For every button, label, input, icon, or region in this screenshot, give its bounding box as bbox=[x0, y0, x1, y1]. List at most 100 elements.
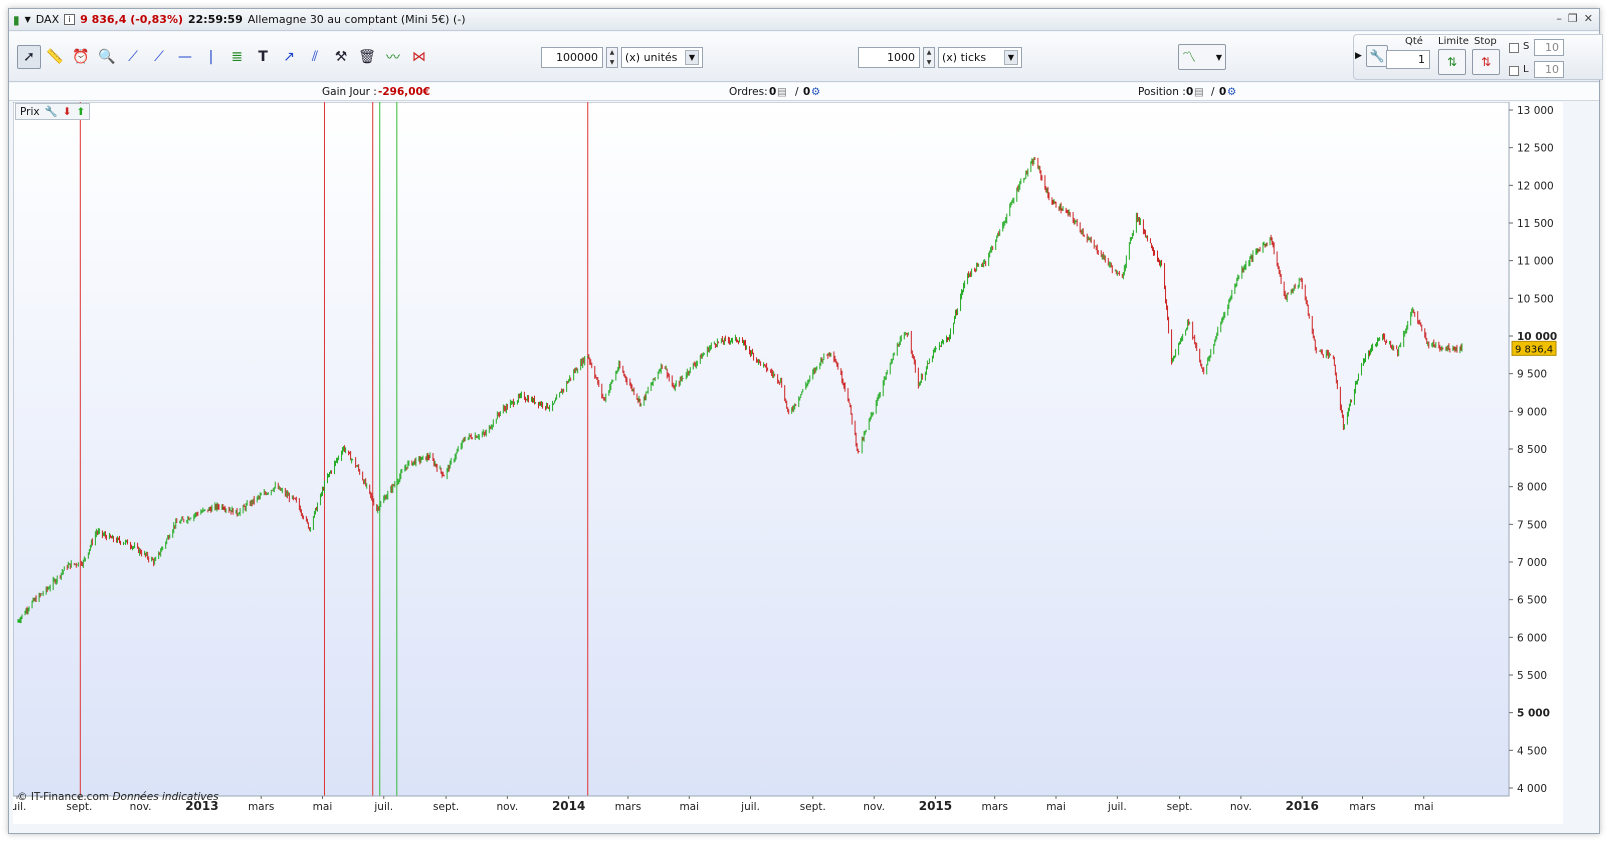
ticks-input[interactable]: 1000 bbox=[858, 47, 920, 68]
panel-label[interactable]: Prix 🔧 ⬇ ⬆ bbox=[15, 103, 91, 120]
ticks-unit-label: (x) ticks bbox=[942, 51, 987, 64]
caret-right-icon[interactable]: ▶ bbox=[1355, 51, 1362, 61]
info-icon[interactable]: i bbox=[64, 14, 76, 25]
parallel-icon[interactable]: ⫽ bbox=[303, 45, 327, 69]
restore-icon[interactable]: ❐ bbox=[1568, 12, 1578, 25]
title-bar: ▮ ▼ DAX i 9 836,4 (-0,83%) 22:59:59 Alle… bbox=[9, 9, 1599, 31]
x-tick-label: mai bbox=[1046, 801, 1066, 813]
cursor-icon[interactable]: ➚ bbox=[17, 45, 41, 69]
quantity-unit-label: (x) unités bbox=[625, 51, 678, 64]
text-icon[interactable]: T bbox=[251, 45, 275, 69]
orders-list-icon[interactable]: ▤ bbox=[777, 86, 787, 98]
position-list-icon[interactable]: ▤ bbox=[1194, 86, 1204, 98]
ruler-icon[interactable]: 📏 bbox=[43, 45, 67, 69]
tool-icons: ➚ 📏 ⏰ 🔍 ⟋ ⟋ — | ≣ T ↗ ⫽ ⚒ 🗑 〰 ⋈ bbox=[17, 45, 431, 69]
l-checkbox[interactable] bbox=[1509, 66, 1519, 76]
y-tick-label: 5 500 bbox=[1517, 670, 1547, 682]
stop-order-icon: ⇅ bbox=[1480, 55, 1492, 69]
x-tick-label: nov. bbox=[1230, 801, 1252, 813]
instrument-description: Allemagne 30 au comptant (Mini 5€) (-) bbox=[247, 13, 466, 26]
y-tick-label: 10 500 bbox=[1517, 293, 1554, 305]
orders-count-b: 0 bbox=[803, 86, 811, 98]
x-tick-label: juil. bbox=[740, 801, 760, 813]
alarm-icon[interactable]: ⏰ bbox=[69, 45, 93, 69]
candlestick-icon[interactable]: ▮ bbox=[13, 13, 20, 27]
last-price-label: 9 836,4 bbox=[1515, 344, 1553, 355]
quantity-stepper[interactable]: ▲ ▼ bbox=[606, 47, 618, 68]
s-input[interactable]: 10 bbox=[1534, 39, 1564, 56]
tools-icon[interactable]: ⚒ bbox=[329, 45, 353, 69]
account-infobar: Gain Jour : -296,00€ Ordres: 0 ▤ / 0 ⚙ P… bbox=[9, 83, 1599, 101]
y-tick-label: 11 000 bbox=[1517, 256, 1554, 268]
y-tick-label: 7 500 bbox=[1517, 519, 1547, 531]
x-tick-label: juil. bbox=[1107, 801, 1127, 813]
orders-label: Ordres: bbox=[729, 86, 768, 98]
ticks-stepper[interactable]: ▲ ▼ bbox=[923, 47, 935, 68]
position-count-b: 0 bbox=[1219, 86, 1227, 98]
panel-title: Prix bbox=[20, 105, 40, 118]
l-input[interactable]: 10 bbox=[1534, 61, 1564, 78]
price-change: 9 836,4 (-0,83%) bbox=[80, 13, 183, 26]
wave-icon[interactable]: 〰 bbox=[381, 45, 405, 69]
price-chart[interactable]: 4 000 4 500 5 000 5 500 6 000 6 500 7 000 7 500… bbox=[7, 101, 1563, 824]
line2-icon[interactable]: ⟋ bbox=[147, 45, 171, 69]
position-count-a: 0 bbox=[1186, 86, 1194, 98]
chart-style-button[interactable]: 〽 ▼ bbox=[1178, 44, 1226, 70]
s-checkbox[interactable] bbox=[1509, 43, 1519, 53]
y-tick-label: 8 500 bbox=[1517, 444, 1547, 456]
x-tick-label: mai bbox=[313, 801, 333, 813]
chevron-down-icon[interactable]: ▼ bbox=[685, 50, 699, 65]
drawing-toolbar: ➚ 📏 ⏰ 🔍 ⟋ ⟋ — | ≣ T ↗ ⫽ ⚒ 🗑 〰 ⋈ 100000 ▲… bbox=[9, 32, 1603, 82]
chevron-down-icon[interactable]: ▼ bbox=[1004, 50, 1018, 65]
window-controls: – ❐ ✕ bbox=[1556, 12, 1593, 25]
orders-gear-icon[interactable]: ⚙ bbox=[811, 86, 820, 98]
stop-label: Stop bbox=[1474, 36, 1497, 47]
y-tick-label: 5 000 bbox=[1517, 708, 1550, 720]
instrument-symbol[interactable]: DAX bbox=[36, 13, 59, 26]
wrench-icon: 🔧 bbox=[1369, 49, 1385, 63]
chevron-down-icon[interactable]: ▼ bbox=[25, 15, 31, 24]
limit-order-icon: ⇅ bbox=[1446, 55, 1458, 69]
gain-value: -296,00€ bbox=[378, 86, 431, 98]
fib-icon[interactable]: ≣ bbox=[225, 45, 249, 69]
minimize-icon[interactable]: – bbox=[1556, 12, 1562, 25]
quantity-input[interactable]: 100000 bbox=[541, 47, 603, 68]
y-tick-label: 13 000 bbox=[1517, 105, 1554, 117]
y-tick-label: 11 500 bbox=[1517, 218, 1554, 230]
quantity-unit-select[interactable]: (x) unités ▼ bbox=[621, 47, 703, 68]
arrow-icon[interactable]: ↗ bbox=[277, 45, 301, 69]
limit-order-button[interactable]: ⇅ bbox=[1438, 49, 1466, 75]
close-icon[interactable]: ✕ bbox=[1584, 12, 1593, 25]
y-tick-label: 6 500 bbox=[1517, 595, 1547, 607]
zoom-icon[interactable]: 🔍 bbox=[95, 45, 119, 69]
vline-icon[interactable]: | bbox=[199, 45, 223, 69]
x-tick-label: sept. bbox=[800, 801, 826, 813]
y-tick-label: 9 500 bbox=[1517, 369, 1547, 381]
qty-input[interactable]: 1 bbox=[1386, 50, 1430, 69]
wrench-icon[interactable]: 🔧 bbox=[45, 105, 58, 118]
quantity-spinner: 100000 ▲ ▼ (x) unités ▼ bbox=[541, 47, 703, 68]
order-panel: ▶ 🔧 Qté 1 Limite ⇅ Stop ⇅ S 10 L 10 bbox=[1353, 34, 1603, 80]
pattern-icon[interactable]: ⋈ bbox=[407, 45, 431, 69]
y-tick-label: 12 500 bbox=[1517, 143, 1554, 155]
ticks-unit-select[interactable]: (x) ticks ▼ bbox=[938, 47, 1022, 68]
watermark-note: Données indicatives bbox=[112, 791, 219, 803]
y-tick-label: 12 000 bbox=[1517, 180, 1554, 192]
settings-wrench-button[interactable]: 🔧 bbox=[1366, 45, 1388, 67]
stop-order-button[interactable]: ⇅ bbox=[1472, 49, 1500, 75]
limit-label: Limite bbox=[1438, 36, 1469, 47]
hline-icon[interactable]: — bbox=[173, 45, 197, 69]
panel-down-icon[interactable]: ⬇ bbox=[63, 106, 72, 118]
x-tick-label: mai bbox=[1414, 801, 1434, 813]
x-tick-label: juil. bbox=[373, 801, 393, 813]
trash-icon[interactable]: 🗑 bbox=[355, 45, 379, 69]
price-chart-area[interactable]: 4 000 4 500 5 000 5 500 6 000 6 500 7 000 7 500… bbox=[7, 101, 1563, 824]
line-icon[interactable]: ⟋ bbox=[121, 45, 145, 69]
s-label: S bbox=[1523, 41, 1530, 52]
chevron-down-icon: ▼ bbox=[1215, 52, 1222, 62]
position-gear-icon[interactable]: ⚙ bbox=[1227, 86, 1236, 98]
x-tick-label: nov. bbox=[496, 801, 518, 813]
x-tick-label: mars bbox=[1349, 801, 1375, 813]
x-tick-label: mars bbox=[981, 801, 1007, 813]
panel-up-icon[interactable]: ⬆ bbox=[77, 106, 86, 118]
